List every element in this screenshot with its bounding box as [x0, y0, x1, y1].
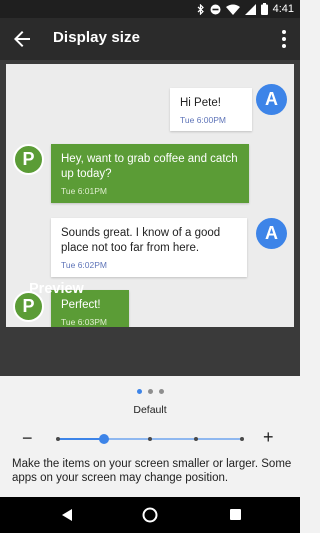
navigation-bar: [0, 497, 300, 533]
slider-tick: [240, 437, 244, 441]
slider-tick: [194, 437, 198, 441]
page-dot[interactable]: [137, 389, 142, 394]
increase-size-button[interactable]: +: [263, 428, 274, 446]
size-label: Default: [133, 404, 167, 416]
do-not-disturb-icon: [210, 4, 221, 14]
message-bubble: Hi Pete! Tue 6:00PM: [170, 88, 252, 131]
slider-thumb[interactable]: [99, 434, 109, 444]
status-bar: 4:41: [0, 0, 300, 18]
page-dot[interactable]: [159, 389, 164, 394]
size-slider[interactable]: [56, 434, 244, 444]
page-title: Display size: [53, 29, 141, 46]
message-time: Tue 6:03PM: [61, 317, 107, 327]
nav-home-icon[interactable]: [142, 507, 158, 523]
message-bubble: Sounds great. I know of a good place not…: [51, 218, 247, 277]
message-text: Hi Pete!: [180, 97, 221, 109]
preview-label: Preview: [29, 281, 84, 297]
message-time: Tue 6:00PM: [180, 115, 226, 125]
nav-back-icon[interactable]: [60, 508, 74, 522]
avatar: A: [256, 218, 287, 249]
message-bubble: Hey, want to grab coffee and catch up to…: [51, 144, 249, 203]
message-text: Perfect!: [61, 299, 101, 311]
preview-area: Hi Pete! Tue 6:00PM A P Hey, want to gra…: [0, 60, 300, 376]
bluetooth-icon: [197, 3, 204, 15]
wifi-icon: [225, 4, 240, 15]
status-time: 4:41: [272, 3, 294, 15]
battery-icon: [260, 3, 268, 15]
slider-tick: [56, 437, 60, 441]
nav-recents-icon[interactable]: [230, 509, 241, 520]
message-time: Tue 6:02PM: [61, 260, 107, 270]
more-vert-icon[interactable]: [278, 28, 290, 50]
avatar: A: [256, 84, 287, 115]
arrow-back-icon[interactable]: [10, 27, 34, 51]
slider-fill: [58, 438, 104, 440]
message-text: Hey, want to grab coffee and catch up to…: [61, 153, 238, 180]
message-text: Sounds great. I know of a good place not…: [61, 227, 221, 254]
page-dot[interactable]: [148, 389, 153, 394]
signal-icon: [244, 3, 256, 15]
slider-tick: [148, 437, 152, 441]
description-text: Make the items on your screen smaller or…: [12, 458, 292, 484]
message-time: Tue 6:01PM: [61, 186, 107, 196]
app-bar: Display size: [0, 18, 300, 60]
avatar: P: [13, 144, 44, 175]
page-indicator: [137, 389, 164, 394]
decrease-size-button[interactable]: −: [22, 429, 33, 447]
